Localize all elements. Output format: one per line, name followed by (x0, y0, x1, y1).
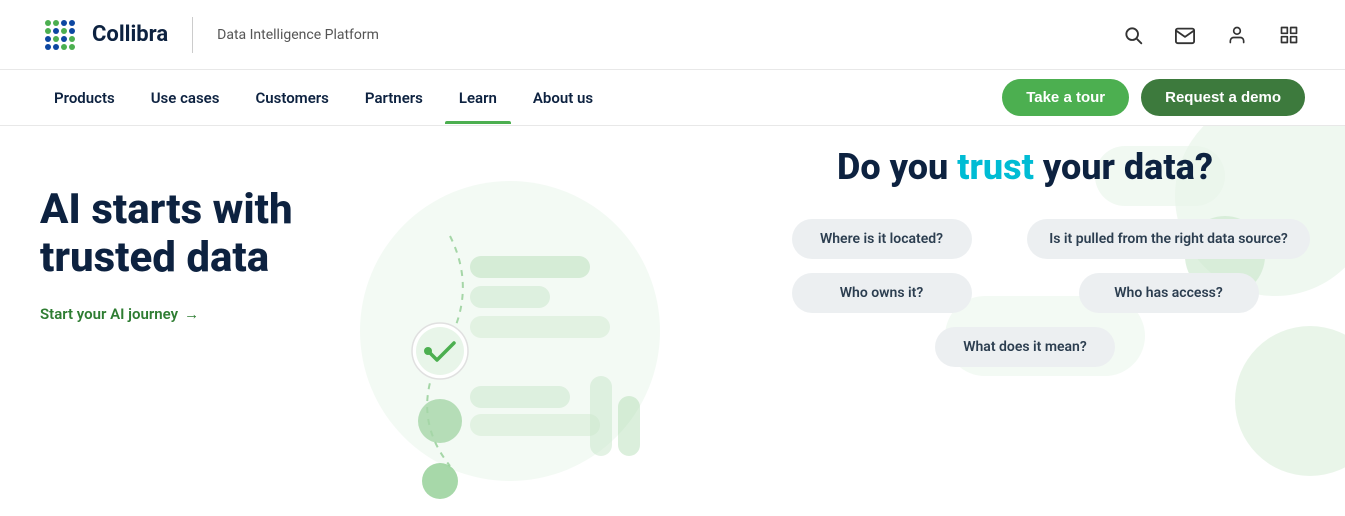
hero-cta-link[interactable]: Start your AI journey → (40, 305, 199, 323)
nav-use-cases[interactable]: Use cases (137, 73, 234, 123)
main-nav: Products Use cases Customers Partners Le… (40, 73, 1002, 123)
nav-customers[interactable]: Customers (241, 73, 342, 123)
pill-pulled: Is it pulled from the right data source? (1027, 219, 1310, 259)
pill-mean: What does it mean? (935, 327, 1115, 367)
brand-name: Collibra (92, 22, 168, 47)
nav-about[interactable]: About us (519, 73, 607, 123)
hero-right-content: Do you trust your data? Where is it loca… (745, 146, 1305, 367)
search-button[interactable] (1117, 19, 1149, 51)
hero-left-content: AI starts with trusted data Start your A… (40, 186, 320, 323)
hero-question-heading: Do you trust your data? (745, 146, 1305, 189)
logo-area: Collibra Data Intelligence Platform (40, 15, 379, 55)
pill-owns: Who owns it? (792, 273, 972, 313)
nav-products[interactable]: Products (40, 73, 129, 123)
question-pills-grid: Where is it located? Is it pulled from t… (745, 219, 1305, 367)
apps-button[interactable] (1273, 19, 1305, 51)
request-demo-button[interactable]: Request a demo (1141, 79, 1305, 116)
top-bar: Collibra Data Intelligence Platform (0, 0, 1345, 70)
user-button[interactable] (1221, 19, 1253, 51)
nav-ctas: Take a tour Request a demo (1002, 79, 1305, 116)
hero-section: AI starts with trusted data Start your A… (0, 126, 1345, 516)
mail-button[interactable] (1169, 19, 1201, 51)
mail-icon (1174, 25, 1196, 45)
nav-partners[interactable]: Partners (351, 73, 437, 123)
take-tour-button[interactable]: Take a tour (1002, 79, 1129, 116)
top-icons (1117, 19, 1305, 51)
nav-learn[interactable]: Learn (445, 73, 511, 123)
pill-access: Who has access? (1079, 273, 1259, 313)
collibra-logo-icon (40, 15, 80, 55)
nav-bar: Products Use cases Customers Partners Le… (0, 70, 1345, 126)
arrow-icon: → (184, 305, 199, 323)
illustration-svg (350, 156, 670, 506)
logo-divider (192, 17, 193, 53)
hero-title: AI starts with trusted data (40, 186, 320, 283)
pill-where: Where is it located? (792, 219, 972, 259)
hero-illustration (350, 156, 670, 506)
platform-text: Data Intelligence Platform (217, 27, 379, 43)
user-icon (1227, 25, 1247, 45)
search-icon (1123, 25, 1143, 45)
grid-icon (1279, 25, 1299, 45)
